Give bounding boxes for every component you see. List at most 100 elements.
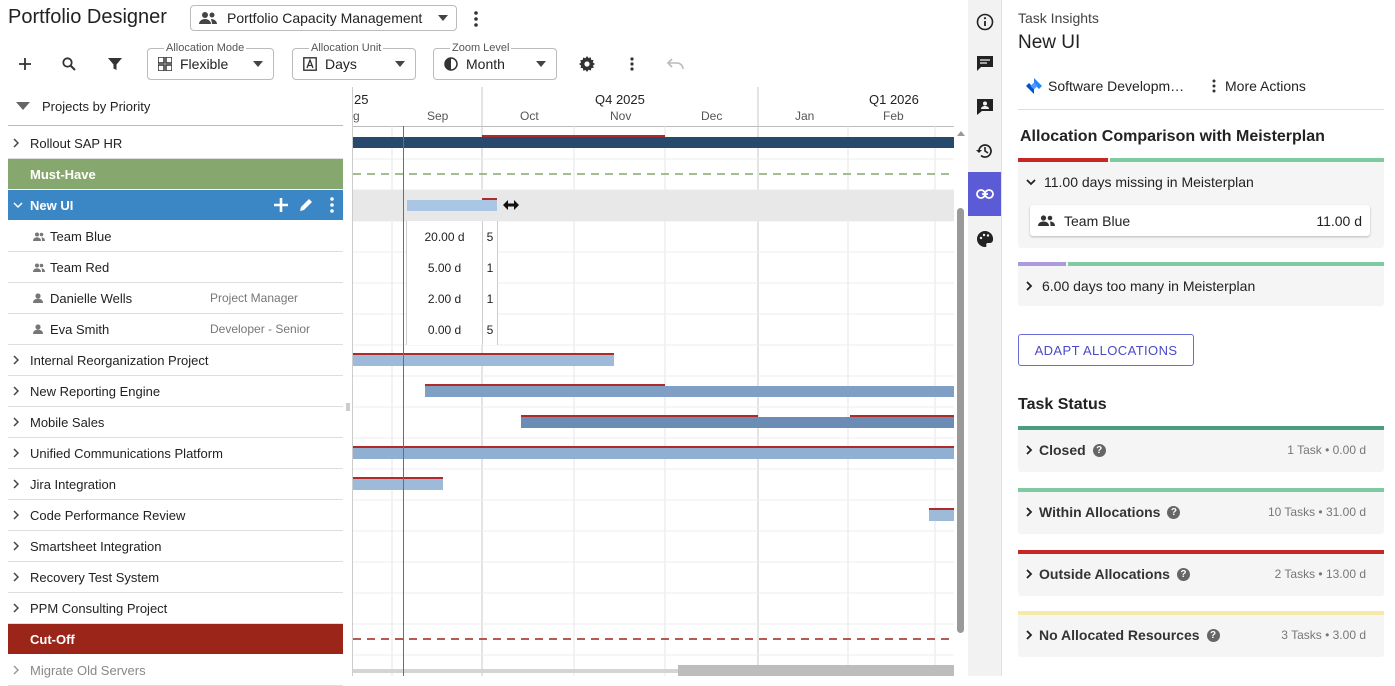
allocation-mode-select[interactable]: Allocation Mode Flexible (147, 42, 274, 80)
allocation-cell[interactable]: 2.00 d (407, 283, 482, 314)
help-icon[interactable]: ? (1092, 443, 1106, 457)
tree-row-new-reporting-engine[interactable]: New Reporting Engine (8, 376, 343, 407)
allocation-cell[interactable]: 0.00 d (407, 314, 482, 345)
tree-row-jira-integration[interactable]: Jira Integration (8, 469, 343, 500)
chevron-right-icon (13, 541, 29, 551)
more-vert-icon[interactable] (620, 52, 644, 76)
tree-row-label: New UI (30, 197, 74, 213)
chevron-right-icon (13, 572, 29, 582)
help-icon[interactable]: ? (1167, 505, 1181, 519)
missing-team-row[interactable]: Team Blue 11.00 d (1030, 205, 1370, 236)
tree-row-unified-communications[interactable]: Unified Communications Platform (8, 438, 343, 469)
gantt-bar-unified-communications[interactable] (353, 448, 954, 459)
resize-horizontal-icon[interactable] (502, 199, 520, 211)
chevron-right-icon (13, 479, 29, 489)
allocation-cell-extra[interactable]: 5 (483, 221, 497, 252)
missing-color-bar (1018, 158, 1108, 162)
allocation-cell[interactable]: 5.00 d (407, 252, 482, 283)
panel-subtitle: Task Insights (1018, 10, 1099, 26)
tree-row-label: Team Blue (50, 228, 112, 244)
gantt-bar-internal-reorganization[interactable] (353, 355, 614, 366)
history-icon[interactable] (968, 129, 1001, 173)
tree-row-rollout-sap-hr[interactable]: Rollout SAP HR (8, 128, 343, 159)
adapt-allocations-button[interactable]: ADAPT ALLOCATIONS (1018, 334, 1194, 366)
tree-root-header[interactable]: Projects by Priority (8, 87, 343, 126)
cut-off-divider (353, 638, 954, 640)
allocation-cell[interactable]: 20.00 d (407, 221, 482, 252)
tree-row-smartsheet-integration[interactable]: Smartsheet Integration (8, 531, 343, 562)
tree-row-team-blue[interactable]: Team Blue (8, 221, 343, 252)
status-label: No Allocated Resources (1039, 627, 1200, 643)
allocation-unit-select[interactable]: Allocation Unit Days (292, 42, 416, 80)
add-icon[interactable] (273, 197, 289, 213)
allocation-cell-extra[interactable]: 5 (483, 314, 497, 345)
gantt-bar-jira-integration[interactable] (353, 479, 443, 490)
tree-group-must-have[interactable]: Must-Have (8, 159, 343, 190)
insights-panel: Task Insights New UI Software Developm… … (1002, 0, 1395, 676)
status-card-within-allocations[interactable]: Within Allocations ? 10 Tasks • 31.00 d (1018, 488, 1384, 534)
gantt-bar-new-reporting-engine[interactable] (425, 386, 954, 397)
status-card-no-allocated-resources[interactable]: No Allocated Resources ? 3 Tasks • 3.00 … (1018, 611, 1384, 657)
today-line (403, 126, 404, 676)
help-icon[interactable]: ? (1206, 628, 1220, 642)
tree-group-label: Cut-Off (30, 631, 75, 647)
status-card-outside-allocations[interactable]: Outside Allocations ? 2 Tasks • 13.00 d (1018, 550, 1384, 596)
gantt-scrollbar[interactable] (957, 208, 964, 633)
tree-row-internal-reorganization[interactable]: Internal Reorganization Project (8, 345, 343, 376)
integration-link[interactable]: Software Developm… (1026, 78, 1184, 94)
edit-icon[interactable] (298, 197, 314, 213)
filter-icon[interactable] (103, 52, 127, 76)
info-icon[interactable] (968, 0, 1001, 44)
gantt-bar-mobile-sales[interactable] (521, 417, 954, 428)
gantt-overallocation-marker (353, 446, 954, 448)
more-vert-icon[interactable] (464, 7, 488, 31)
person-icon (33, 293, 47, 303)
tree-group-cut-off[interactable]: Cut-Off (8, 624, 343, 655)
settings-icon[interactable] (575, 52, 599, 76)
too-many-color-bar (1068, 262, 1384, 266)
divider (1018, 109, 1384, 110)
status-card-closed[interactable]: Closed ? 1 Task • 0.00 d (1018, 426, 1384, 472)
tree-row-eva-smith[interactable]: Eva Smith Developer - Senior (8, 314, 343, 345)
gantt-bar-rollout-sap-hr[interactable] (353, 137, 954, 148)
gantt-chart: 25 Q4 2025 Q1 2026 Sep Oct Nov Dec Jan F… (352, 87, 954, 676)
gantt-bar-new-ui[interactable] (407, 200, 497, 211)
gantt-bar-migrate-old-servers-segment[interactable] (678, 665, 954, 676)
splitter-handle[interactable] (346, 403, 350, 411)
tree-row-label: Internal Reorganization Project (30, 352, 209, 368)
zoom-level-select[interactable]: Zoom Level Month (433, 42, 557, 80)
tree-row-ppm-consulting[interactable]: PPM Consulting Project (8, 593, 343, 624)
allocation-cell-extra[interactable]: 1 (483, 283, 497, 314)
add-icon[interactable] (13, 52, 37, 76)
palette-icon[interactable] (968, 217, 1001, 261)
too-many-header[interactable]: 6.00 days too many in Meisterplan (1018, 266, 1384, 306)
help-icon[interactable]: ? (1176, 567, 1190, 581)
zoom-level-value: Month (466, 56, 505, 72)
scroll-up-icon[interactable] (957, 130, 965, 136)
more-actions-button[interactable]: More Actions (1212, 78, 1306, 94)
comments-icon[interactable] (968, 42, 1001, 86)
contact-card-icon[interactable] (968, 85, 1001, 129)
allocation-cell-extra[interactable]: 1 (483, 252, 497, 283)
tree-row-migrate-old-servers[interactable]: Migrate Old Servers (8, 655, 343, 686)
search-icon[interactable] (57, 52, 81, 76)
tree-row-team-red[interactable]: Team Red (8, 252, 343, 283)
status-meta: 3 Tasks • 3.00 d (1281, 628, 1366, 642)
more-vert-icon[interactable] (330, 197, 334, 213)
tree-row-label: Team Red (50, 259, 110, 275)
tree-row-mobile-sales[interactable]: Mobile Sales (8, 407, 343, 438)
gantt-bar-code-performance-review[interactable] (929, 510, 954, 521)
more-actions-label: More Actions (1225, 78, 1306, 94)
undo-icon[interactable] (664, 52, 688, 76)
chevron-down-icon (1026, 178, 1036, 186)
tree-row-code-performance-review[interactable]: Code Performance Review (8, 500, 343, 531)
view-select[interactable]: Portfolio Capacity Management (190, 5, 457, 31)
link-icon[interactable] (968, 172, 1001, 216)
missing-header[interactable]: 11.00 days missing in Meisterplan (1018, 162, 1384, 202)
tree-row-danielle-wells[interactable]: Danielle Wells Project Manager (8, 283, 343, 314)
allocation-mode-legend: Allocation Mode (164, 42, 247, 54)
tree-row-label: Unified Communications Platform (30, 445, 223, 461)
tree-row-recovery-test-system[interactable]: Recovery Test System (8, 562, 343, 593)
gantt-overallocation-marker (353, 477, 443, 479)
tree-row-new-ui[interactable]: New UI (8, 190, 343, 221)
